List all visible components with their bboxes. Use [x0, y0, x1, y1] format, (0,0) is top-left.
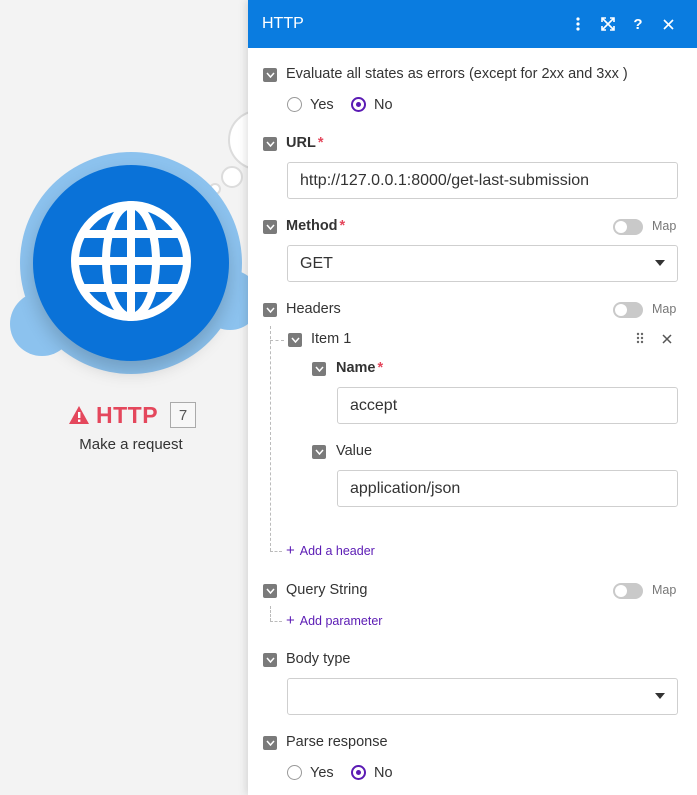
- collapse-header-name-toggle[interactable]: [312, 362, 326, 376]
- module-settings-panel: HTTP ? Evaluate all states as errors (ex…: [248, 0, 697, 795]
- url-input[interactable]: http://127.0.0.1:8000/get-last-submissio…: [287, 162, 678, 199]
- evaluate-errors-label: Evaluate all states as errors (except fo…: [286, 66, 628, 82]
- query-string-label: Query String: [286, 582, 368, 598]
- query-tree-line: [270, 606, 271, 621]
- plus-icon: +: [286, 542, 295, 559]
- collapse-body-type-toggle[interactable]: [263, 653, 277, 667]
- required-mark: *: [339, 218, 346, 234]
- drag-handle-icon[interactable]: [636, 331, 644, 347]
- query-string-map-toggle[interactable]: [613, 583, 643, 599]
- evaluate-errors-no-radio[interactable]: [351, 97, 366, 112]
- collapse-query-string-toggle[interactable]: [263, 584, 277, 598]
- headers-map-label: Map: [652, 302, 677, 316]
- body-type-label: Body type: [286, 651, 351, 667]
- collapse-header-value-toggle[interactable]: [312, 445, 326, 459]
- evaluate-errors-yes-label: Yes: [310, 97, 334, 113]
- thought-bubble-medium: [221, 166, 243, 188]
- collapse-item-1-toggle[interactable]: [288, 333, 302, 347]
- help-icon[interactable]: ?: [623, 9, 653, 39]
- item-tree-branch: [270, 340, 284, 341]
- required-mark: *: [377, 360, 384, 376]
- close-icon[interactable]: [653, 9, 683, 39]
- headers-label: Headers: [286, 301, 341, 317]
- collapse-headers-toggle[interactable]: [263, 303, 277, 317]
- collapse-evaluate-errors-toggle[interactable]: [263, 68, 277, 82]
- node-subtitle: Make a request: [79, 436, 183, 453]
- more-vertical-icon[interactable]: [563, 9, 593, 39]
- parse-response-yes-radio[interactable]: [287, 765, 302, 780]
- header-value-label: Value: [336, 443, 373, 459]
- plus-icon: +: [286, 612, 295, 629]
- node-title: HTTP: [96, 401, 159, 428]
- header-item-title: Item 1: [311, 331, 352, 347]
- method-select[interactable]: GET: [287, 245, 678, 282]
- node-id-badge: 7: [170, 402, 197, 428]
- query-tree-branch: [270, 621, 282, 622]
- method-label: Method *: [286, 218, 346, 234]
- method-map-toggle[interactable]: [613, 219, 643, 235]
- warning-icon: [68, 404, 90, 426]
- query-string-map-label: Map: [652, 583, 677, 597]
- header-name-input[interactable]: accept: [337, 387, 678, 424]
- method-map-label: Map: [652, 219, 677, 233]
- remove-item-icon[interactable]: [662, 331, 672, 347]
- required-mark: *: [317, 135, 324, 151]
- evaluate-errors-no-label: No: [374, 97, 393, 113]
- collapse-parse-response-toggle[interactable]: [263, 736, 277, 750]
- collapse-method-toggle[interactable]: [263, 220, 277, 234]
- header-value-input[interactable]: application/json: [337, 470, 678, 507]
- parse-response-no-radio[interactable]: [351, 765, 366, 780]
- panel-title: HTTP: [262, 15, 304, 32]
- chevron-down-icon: [655, 260, 665, 266]
- collapse-url-toggle[interactable]: [263, 137, 277, 151]
- panel-header: HTTP ?: [248, 0, 697, 48]
- chevron-down-icon: [655, 693, 665, 699]
- parse-response-no-label: No: [374, 765, 393, 781]
- expand-icon[interactable]: [593, 9, 623, 39]
- header-name-label: Name *: [336, 360, 384, 376]
- url-label: URL *: [286, 135, 324, 151]
- body-type-select[interactable]: [287, 678, 678, 715]
- evaluate-errors-yes-radio[interactable]: [287, 97, 302, 112]
- add-header-link[interactable]: + Add a header: [286, 542, 375, 559]
- http-module-node[interactable]: [33, 165, 229, 361]
- parse-response-yes-label: Yes: [310, 765, 334, 781]
- add-parameter-link[interactable]: + Add parameter: [286, 612, 382, 629]
- method-select-value: GET: [300, 254, 333, 272]
- globe-icon: [68, 198, 194, 329]
- node-title-row: HTTP 7: [68, 400, 197, 430]
- headers-map-toggle[interactable]: [613, 302, 643, 318]
- parse-response-label: Parse response: [286, 734, 388, 750]
- headers-tree-branch: [270, 551, 282, 552]
- headers-tree-line: [270, 326, 271, 551]
